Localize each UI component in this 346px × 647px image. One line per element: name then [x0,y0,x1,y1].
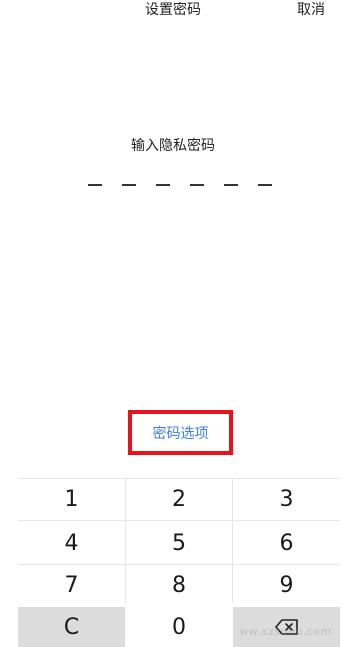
pin-slot-4 [190,184,204,186]
numeric-keypad: 1 2 3 4 5 6 7 8 9 C 0 [18,478,340,647]
pin-slot-1 [88,184,102,186]
password-options-highlight: 密码选项 [128,410,233,455]
pin-slot-2 [122,184,136,186]
password-options-button[interactable]: 密码选项 [132,414,229,451]
watermark: ww.xzsuhu.com [239,625,332,638]
key-4[interactable]: 4 [18,523,125,563]
key-2[interactable]: 2 [126,479,232,519]
password-prompt: 输入隐私密码 [131,138,215,154]
key-6[interactable]: 6 [233,523,340,563]
key-3[interactable]: 3 [233,479,340,519]
keypad-divider-v1 [125,479,126,603]
key-8[interactable]: 8 [126,567,232,603]
key-0[interactable]: 0 [126,607,232,647]
key-7[interactable]: 7 [18,567,125,603]
key-1[interactable]: 1 [18,479,125,519]
key-clear[interactable]: C [18,607,125,647]
keypad-divider-v2 [232,479,233,603]
page-title: 设置密码 [145,2,201,18]
cancel-button[interactable]: 取消 [297,1,325,19]
keypad-divider-h2 [18,564,340,565]
pin-input-slots[interactable] [88,184,272,188]
key-9[interactable]: 9 [233,567,340,603]
pin-slot-6 [258,184,272,186]
top-bar: 设置密码 取消 [0,0,346,28]
keypad-divider-h1 [18,520,340,521]
key-5[interactable]: 5 [126,523,232,563]
pin-slot-5 [224,184,238,186]
pin-slot-3 [156,184,170,186]
